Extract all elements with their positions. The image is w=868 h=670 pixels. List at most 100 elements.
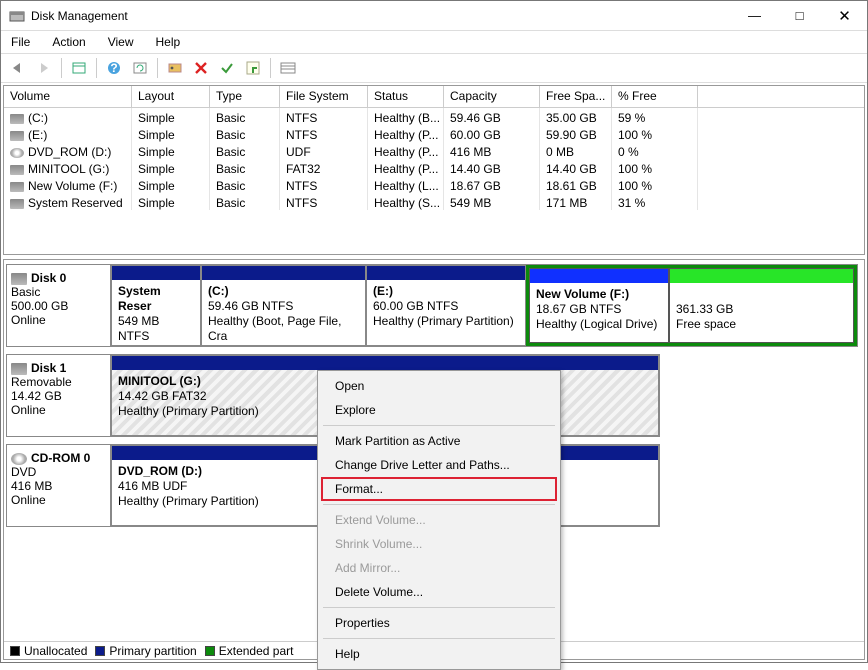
part-status: Healthy (Primary Partition) [373,314,514,328]
disk-row-0: Disk 0 Basic 500.00 GB Online System Res… [4,260,864,350]
menu-help[interactable]: Help [152,33,185,51]
svg-text:?: ? [110,61,117,75]
volume-icon [10,199,24,209]
col-status[interactable]: Status [368,86,444,107]
help-icon[interactable]: ? [103,57,125,79]
refresh-icon[interactable] [129,57,151,79]
menu-bar: File Action View Help [1,31,867,53]
part-sub: 18.67 GB NTFS [536,302,621,316]
volume-row[interactable]: (E:)SimpleBasicNTFSHealthy (P...60.00 GB… [4,125,864,142]
ctx-separator [323,638,555,639]
legend-swatch-unallocated [10,646,20,656]
volume-row[interactable]: MINITOOL (G:)SimpleBasicFAT32Healthy (P.… [4,159,864,176]
stripe-primary [367,266,525,280]
part-status: Free space [676,317,736,331]
ctx-explore[interactable]: Explore [321,398,557,422]
partition-free-space[interactable]: 361.33 GBFree space [669,268,854,343]
part-status: Healthy (Primary Partition) [118,494,259,508]
volume-row[interactable]: (C:)SimpleBasicNTFSHealthy (B...59.46 GB… [4,108,864,125]
disk-size: 416 MB [11,479,52,493]
col-layout[interactable]: Layout [132,86,210,107]
ctx-format[interactable]: Format... [321,477,557,501]
partition-sys-reserved[interactable]: System Reser549 MB NTFSHealthy (Syste [111,265,201,346]
ctx-open[interactable]: Open [321,374,557,398]
col-type[interactable]: Type [210,86,280,107]
check-icon[interactable] [216,57,238,79]
disk-title: Disk 0 [31,271,66,285]
part-sub: 361.33 GB [676,302,733,316]
settings-icon[interactable] [164,57,186,79]
part-title: System Reser [118,284,161,313]
part-title: DVD_ROM (D:) [118,464,202,478]
col-capacity[interactable]: Capacity [444,86,540,107]
ctx-properties[interactable]: Properties [321,611,557,635]
ctx-separator [323,607,555,608]
disk-info-0[interactable]: Disk 0 Basic 500.00 GB Online [6,264,110,347]
cd-icon [11,453,27,465]
col-volume[interactable]: Volume [4,86,132,107]
partition-f[interactable]: New Volume (F:)18.67 GB NTFSHealthy (Log… [529,268,669,343]
volume-icon [10,131,24,141]
minimize-button[interactable]: — [732,1,777,30]
maximize-button[interactable]: □ [777,1,822,30]
part-sub: 59.46 GB NTFS [208,299,293,313]
ctx-help[interactable]: Help [321,642,557,666]
part-status: Healthy (Primary Partition) [118,404,259,418]
part-sub: 416 MB UDF [118,479,187,493]
ctx-extend: Extend Volume... [321,508,557,532]
title-bar: Disk Management — □ ✕ [1,1,867,31]
volume-icon [10,148,24,158]
col-free[interactable]: Free Spa... [540,86,612,107]
properties-icon[interactable] [242,57,264,79]
close-button[interactable]: ✕ [822,1,867,30]
ctx-shrink: Shrink Volume... [321,532,557,556]
delete-icon[interactable] [190,57,212,79]
context-menu: Open Explore Mark Partition as Active Ch… [317,370,561,670]
extended-partition: New Volume (F:)18.67 GB NTFSHealthy (Log… [526,265,857,346]
disk-info-1[interactable]: Disk 1 Removable 14.42 GB Online [6,354,110,437]
app-icon [9,8,25,24]
disk-type: Removable [11,375,72,389]
menu-view[interactable]: View [104,33,138,51]
show-hide-button[interactable] [68,57,90,79]
back-button[interactable] [7,57,29,79]
disk-type: DVD [11,465,36,479]
disk-type: Basic [11,285,40,299]
legend-primary: Primary partition [109,644,196,658]
disk-0-partitions: System Reser549 MB NTFSHealthy (Syste (C… [110,264,858,347]
partition-e[interactable]: (E:)60.00 GB NTFSHealthy (Primary Partit… [366,265,526,346]
menu-file[interactable]: File [7,33,34,51]
legend-swatch-primary [95,646,105,656]
volume-row[interactable]: New Volume (F:)SimpleBasicNTFSHealthy (L… [4,176,864,193]
volume-row[interactable]: DVD_ROM (D:)SimpleBasicUDFHealthy (P...4… [4,142,864,159]
disk-title: Disk 1 [31,361,66,375]
forward-button[interactable] [33,57,55,79]
ctx-change-letter[interactable]: Change Drive Letter and Paths... [321,453,557,477]
stripe-logical [530,269,668,283]
partition-c[interactable]: (C:)59.46 GB NTFSHealthy (Boot, Page Fil… [201,265,366,346]
disk-state: Online [11,313,46,327]
toolbar: ? [1,53,867,83]
part-sub: 60.00 GB NTFS [373,299,458,313]
volume-icon [10,165,24,175]
part-sub: 549 MB NTFS [118,314,159,343]
disk-size: 500.00 GB [11,299,68,313]
volume-list-body[interactable]: (C:)SimpleBasicNTFSHealthy (B...59.46 GB… [4,108,864,254]
col-pctfree[interactable]: % Free [612,86,698,107]
volume-row[interactable]: System ReservedSimpleBasicNTFSHealthy (S… [4,193,864,210]
ctx-mark-active[interactable]: Mark Partition as Active [321,429,557,453]
disk-icon [11,363,27,375]
col-filesystem[interactable]: File System [280,86,368,107]
disk-info-cdrom[interactable]: CD-ROM 0 DVD 416 MB Online [6,444,110,527]
volume-icon [10,182,24,192]
menu-action[interactable]: Action [48,33,89,51]
legend-extended: Extended part [219,644,294,658]
ctx-mirror: Add Mirror... [321,556,557,580]
ctx-delete[interactable]: Delete Volume... [321,580,557,604]
disk-state: Online [11,403,46,417]
disk-size: 14.42 GB [11,389,62,403]
disk-title: CD-ROM 0 [31,451,90,465]
stripe-primary [112,356,658,370]
list-view-icon[interactable] [277,57,299,79]
part-title: (E:) [373,284,393,298]
